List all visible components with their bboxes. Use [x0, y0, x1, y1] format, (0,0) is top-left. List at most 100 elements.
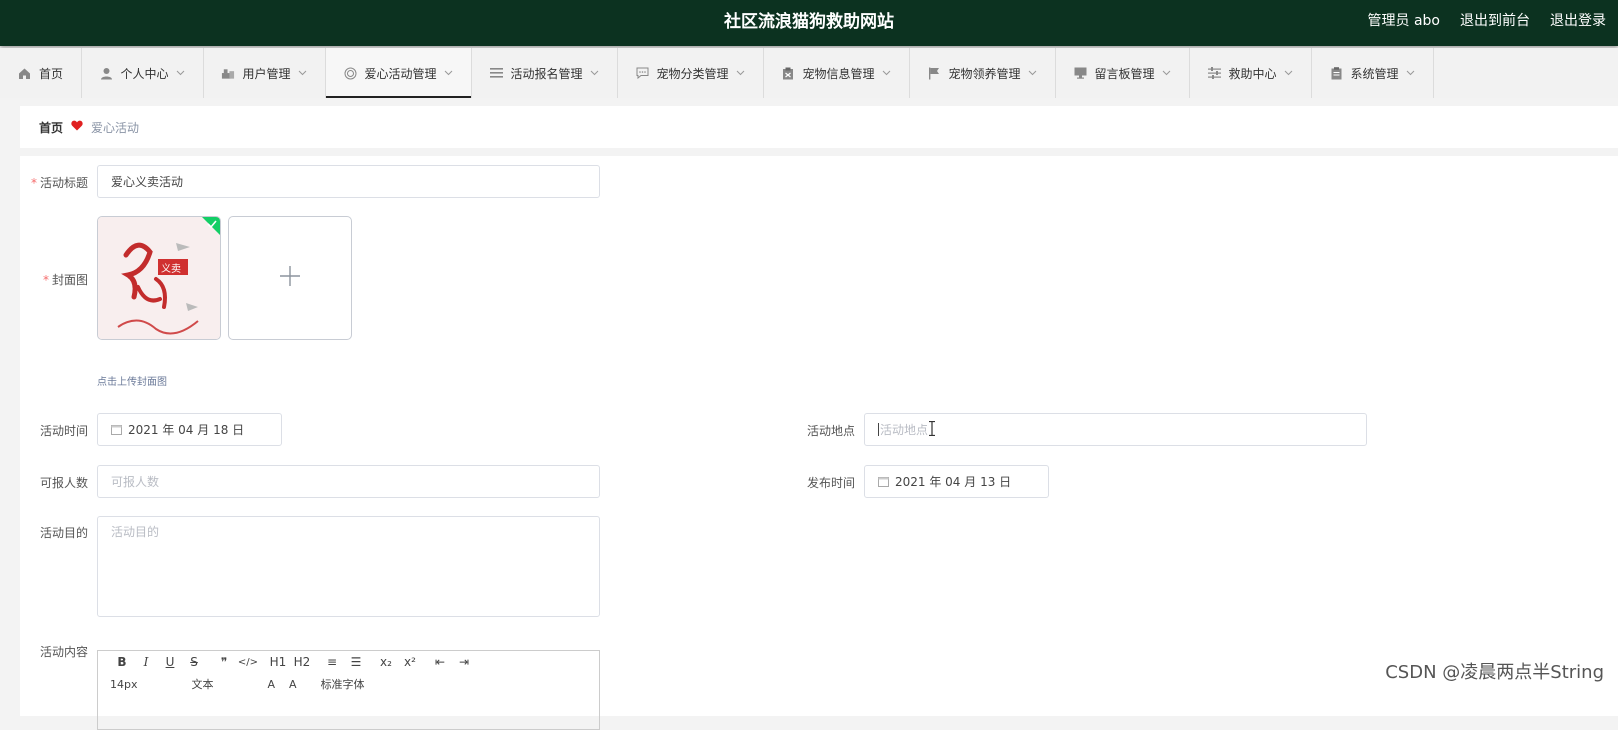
text-color-button[interactable]: A: [268, 674, 276, 694]
activity-title-input[interactable]: 爱心义卖活动: [97, 165, 600, 198]
header-user-area: 管理员 abo 退出到前台 退出登录: [1368, 0, 1606, 42]
nav-item-pet-adoption[interactable]: 宠物领养管理: [910, 48, 1056, 98]
rich-text-editor[interactable]: B I U S ❞ </> H1 H2 ≡ ☰ x₂ x² ⇤ ⇥ 14px 文…: [97, 650, 600, 730]
strikethrough-button[interactable]: S: [182, 652, 206, 672]
breadcrumb: 首页 爱心活动: [20, 106, 1618, 148]
chat-icon: [635, 66, 649, 80]
underline-button[interactable]: U: [158, 652, 182, 672]
nav-item-label: 救助中心: [1228, 66, 1277, 81]
list-icon: [489, 66, 503, 80]
publish-time-value: 2021 年 04 月 13 日: [895, 475, 1012, 489]
chevron-down-icon: [444, 68, 454, 78]
font-family-select[interactable]: 标准字体: [321, 674, 365, 694]
ordered-list-button[interactable]: ≡: [320, 652, 344, 672]
monitor-icon: [1073, 66, 1087, 80]
chevron-down-icon: [1406, 68, 1416, 78]
top-header: 社区流浪猫狗救助网站 管理员 abo 退出到前台 退出登录: [0, 0, 1618, 46]
calendar-icon: [878, 476, 889, 487]
bullet-list-button[interactable]: ☰: [344, 652, 368, 672]
chevron-down-icon: [590, 68, 600, 78]
cover-image-text: 义卖: [161, 264, 181, 275]
plus-icon: [279, 265, 301, 291]
blockquote-button[interactable]: ❞: [212, 652, 236, 672]
activity-form: * 活动标题 爱心义卖活动 * 封面图 义卖 点击上传封面图 活动时间 2021 年…: [20, 156, 1618, 730]
nav-item-charity-activity[interactable]: 爱心活动管理: [326, 48, 472, 98]
upload-cover-button[interactable]: [228, 216, 352, 340]
nav-item-users[interactable]: 用户管理: [204, 48, 326, 98]
calendar-icon: [111, 424, 122, 435]
bold-button[interactable]: B: [110, 652, 134, 672]
chevron-down-icon: [298, 68, 308, 78]
chevron-down-icon: [1162, 68, 1172, 78]
chevron-down-icon: [1028, 68, 1038, 78]
exit-to-front-link[interactable]: 退出到前台: [1460, 0, 1530, 42]
activity-location-placeholder: 活动地点: [880, 423, 929, 437]
admin-role-label: 管理员 abo: [1367, 13, 1440, 29]
text-type-select[interactable]: 文本: [192, 674, 214, 694]
chevron-down-icon: [882, 68, 892, 78]
nav-item-pet-info[interactable]: 宠物信息管理: [764, 48, 910, 98]
publish-time-picker[interactable]: 2021 年 04 月 13 日: [864, 465, 1049, 498]
text-cursor: [878, 423, 879, 436]
nav-item-label: 爱心活动管理: [364, 66, 437, 81]
heading-2-button[interactable]: H2: [290, 652, 314, 672]
cover-image-thumbnail[interactable]: 义卖: [97, 216, 221, 340]
nav-item-label: 个人中心: [120, 66, 169, 81]
nav-item-pet-category[interactable]: 宠物分类管理: [618, 48, 764, 98]
nav-item-profile[interactable]: 个人中心: [82, 48, 204, 98]
nav-item-label: 系统管理: [1350, 66, 1399, 81]
cover-image-label: * 封面图: [42, 273, 88, 287]
ibeam-cursor-icon: [928, 420, 936, 439]
activity-location-input[interactable]: 活动地点: [864, 413, 1367, 446]
publish-time-label: 发布时间: [806, 476, 855, 490]
code-block-button[interactable]: </>: [236, 652, 260, 672]
nav-item-home[interactable]: 首页: [0, 48, 82, 98]
nav-item-label: 留言板管理: [1094, 66, 1155, 81]
nav-item-label: 宠物信息管理: [802, 66, 875, 81]
font-size-select[interactable]: 14px: [110, 674, 138, 694]
watermark-text: CSDN @凌晨两点半String: [1385, 662, 1604, 683]
activity-time-label: 活动时间: [39, 424, 88, 438]
indent-button[interactable]: ⇥: [452, 652, 476, 672]
nav-item-rescue-center[interactable]: 救助中心: [1190, 48, 1312, 98]
superscript-button[interactable]: x²: [398, 652, 422, 672]
breadcrumb-current: 爱心活动: [91, 120, 140, 135]
available-count-input[interactable]: 可报人数: [97, 465, 600, 498]
subscript-button[interactable]: x₂: [374, 652, 398, 672]
chevron-down-icon: [1284, 68, 1294, 78]
nav-item-label: 宠物分类管理: [656, 66, 729, 81]
heading-1-button[interactable]: H1: [266, 652, 290, 672]
cover-upload-hint: 点击上传封面图: [97, 377, 167, 388]
target-icon: [343, 66, 357, 80]
user-icon: [99, 66, 113, 80]
nav-item-label: 用户管理: [242, 66, 291, 81]
activity-time-value: 2021 年 04 月 18 日: [128, 423, 245, 437]
nav-item-system[interactable]: 系统管理: [1312, 48, 1434, 98]
nav-item-label: 首页: [38, 66, 63, 81]
home-icon: [18, 66, 32, 80]
background-color-button[interactable]: A: [289, 674, 297, 694]
outdent-button[interactable]: ⇤: [428, 652, 452, 672]
nav-item-message-board[interactable]: 留言板管理: [1056, 48, 1190, 98]
activity-title-label: * 活动标题: [30, 176, 88, 190]
chevron-down-icon: [736, 68, 746, 78]
activity-time-picker[interactable]: 2021 年 04 月 18 日: [97, 413, 282, 446]
activity-purpose-label: 活动目的: [39, 526, 88, 540]
logout-link[interactable]: 退出登录: [1550, 0, 1606, 42]
activity-content-label: 活动内容: [39, 645, 88, 659]
main-nav-menu: 首页 个人中心 用户管理 爱心活动管理 活动报名管理 宠物分类管理 宠物信息管理…: [0, 48, 1618, 98]
activity-purpose-textarea[interactable]: 活动目的: [97, 516, 600, 617]
breadcrumb-home[interactable]: 首页: [39, 119, 63, 136]
nav-item-activity-signup[interactable]: 活动报名管理: [472, 48, 618, 98]
flag-icon: [927, 66, 941, 80]
nav-item-label: 宠物领养管理: [948, 66, 1021, 81]
heart-icon: [71, 120, 83, 134]
chevron-down-icon: [176, 68, 186, 78]
available-count-label: 可报人数: [39, 476, 88, 490]
editor-toolbar-row-2: 14px 文本 A A 标准字体: [98, 673, 599, 695]
clipboard-icon: [781, 66, 795, 80]
editor-toolbar-row-1: B I U S ❞ </> H1 H2 ≡ ☰ x₂ x² ⇤ ⇥: [98, 651, 599, 673]
nav-item-label: 活动报名管理: [510, 66, 583, 81]
italic-button[interactable]: I: [134, 652, 158, 672]
document-icon: [1329, 66, 1343, 80]
